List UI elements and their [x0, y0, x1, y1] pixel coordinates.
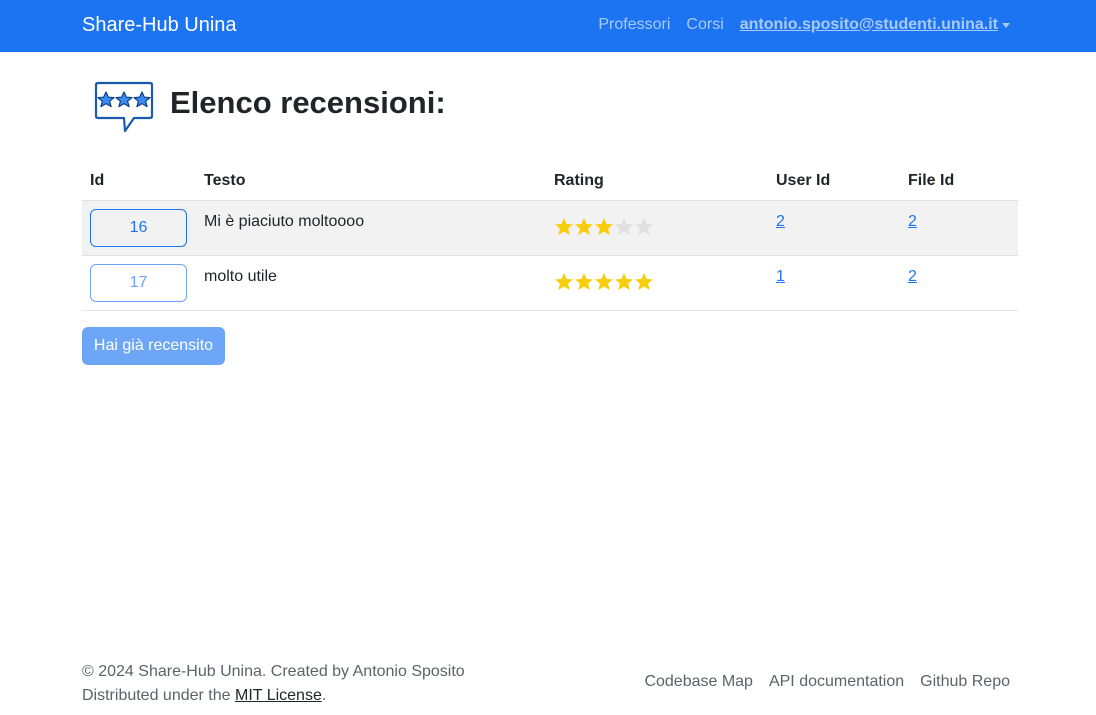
nav-link-corsi[interactable]: Corsi — [686, 15, 723, 35]
star-filled-icon — [575, 217, 593, 235]
table-row: 17 molto utile 1 2 — [82, 255, 1018, 311]
rating-cell — [546, 200, 768, 256]
page-title: Elenco recensioni: — [170, 85, 446, 120]
mit-license-link[interactable]: MIT License — [235, 687, 322, 704]
header-id: Id — [82, 163, 196, 201]
footer-links: Codebase Map API documentation Github Re… — [628, 672, 1010, 692]
table-header-row: Id Testo Rating User Id File Id — [82, 163, 1018, 201]
footer-link-github-repo[interactable]: Github Repo — [920, 672, 1010, 692]
star-filled-icon — [595, 272, 613, 290]
license-prefix: Distributed under the — [82, 687, 235, 704]
review-text: molto utile — [196, 255, 546, 311]
header-testo: Testo — [196, 163, 546, 201]
file-id-cell: 2 — [900, 255, 1018, 311]
user-email: antonio.sposito@studenti.unina.it — [739, 16, 998, 33]
star-rating — [554, 217, 760, 237]
reviews-table: Id Testo Rating User Id File Id 16 Mi è … — [82, 163, 1018, 311]
license-suffix: . — [321, 687, 327, 704]
rating-cell — [546, 255, 768, 311]
star-filled-icon — [635, 272, 653, 290]
footer-link-api-documentation[interactable]: API documentation — [769, 672, 904, 692]
file-id-cell: 2 — [900, 200, 1018, 256]
id-cell: 17 — [82, 255, 196, 311]
user-id-link[interactable]: 1 — [776, 268, 785, 285]
table-row: 16 Mi è piaciuto moltoooo 2 2 — [82, 200, 1018, 256]
header-file-id: File Id — [900, 163, 1018, 201]
star-filled-icon — [575, 272, 593, 290]
user-dropdown[interactable]: antonio.sposito@studenti.unina.it — [740, 15, 1010, 35]
rating-stars-speech-icon — [94, 81, 154, 133]
star-filled-icon — [615, 272, 633, 290]
top-navbar: Share-Hub Unina Professori Corsi antonio… — [0, 0, 1096, 52]
file-id-link[interactable]: 2 — [908, 213, 917, 230]
user-id-cell: 1 — [768, 255, 900, 311]
star-filled-icon — [555, 272, 573, 290]
star-filled-icon — [595, 217, 613, 235]
user-id-cell: 2 — [768, 200, 900, 256]
file-id-link[interactable]: 2 — [908, 268, 917, 285]
nav-link-professori[interactable]: Professori — [598, 15, 670, 35]
footer-credits: © 2024 Share-Hub Unina. Created by Anton… — [82, 660, 465, 708]
star-filled-icon — [555, 217, 573, 235]
footer-copyright: © 2024 Share-Hub Unina. Created by Anton… — [82, 663, 465, 680]
header-rating: Rating — [546, 163, 768, 201]
chevron-down-icon — [1002, 22, 1010, 28]
review-text: Mi è piaciuto moltoooo — [196, 200, 546, 256]
navbar-links: Professori Corsi antonio.sposito@student… — [582, 15, 1010, 35]
star-empty-icon — [615, 217, 633, 235]
footer-license: Distributed under the MIT License. — [82, 684, 465, 708]
review-id-button[interactable]: 17 — [90, 263, 187, 302]
footer-link-codebase-map[interactable]: Codebase Map — [644, 672, 753, 692]
navbar-brand[interactable]: Share-Hub Unina — [82, 13, 237, 37]
star-empty-icon — [635, 217, 653, 235]
already-reviewed-button[interactable]: Hai già recensito — [82, 327, 225, 365]
id-cell: 16 — [82, 200, 196, 256]
header-user-id: User Id — [768, 163, 900, 201]
star-rating — [554, 272, 760, 292]
user-id-link[interactable]: 2 — [776, 213, 785, 230]
review-id-button[interactable]: 16 — [90, 208, 187, 247]
